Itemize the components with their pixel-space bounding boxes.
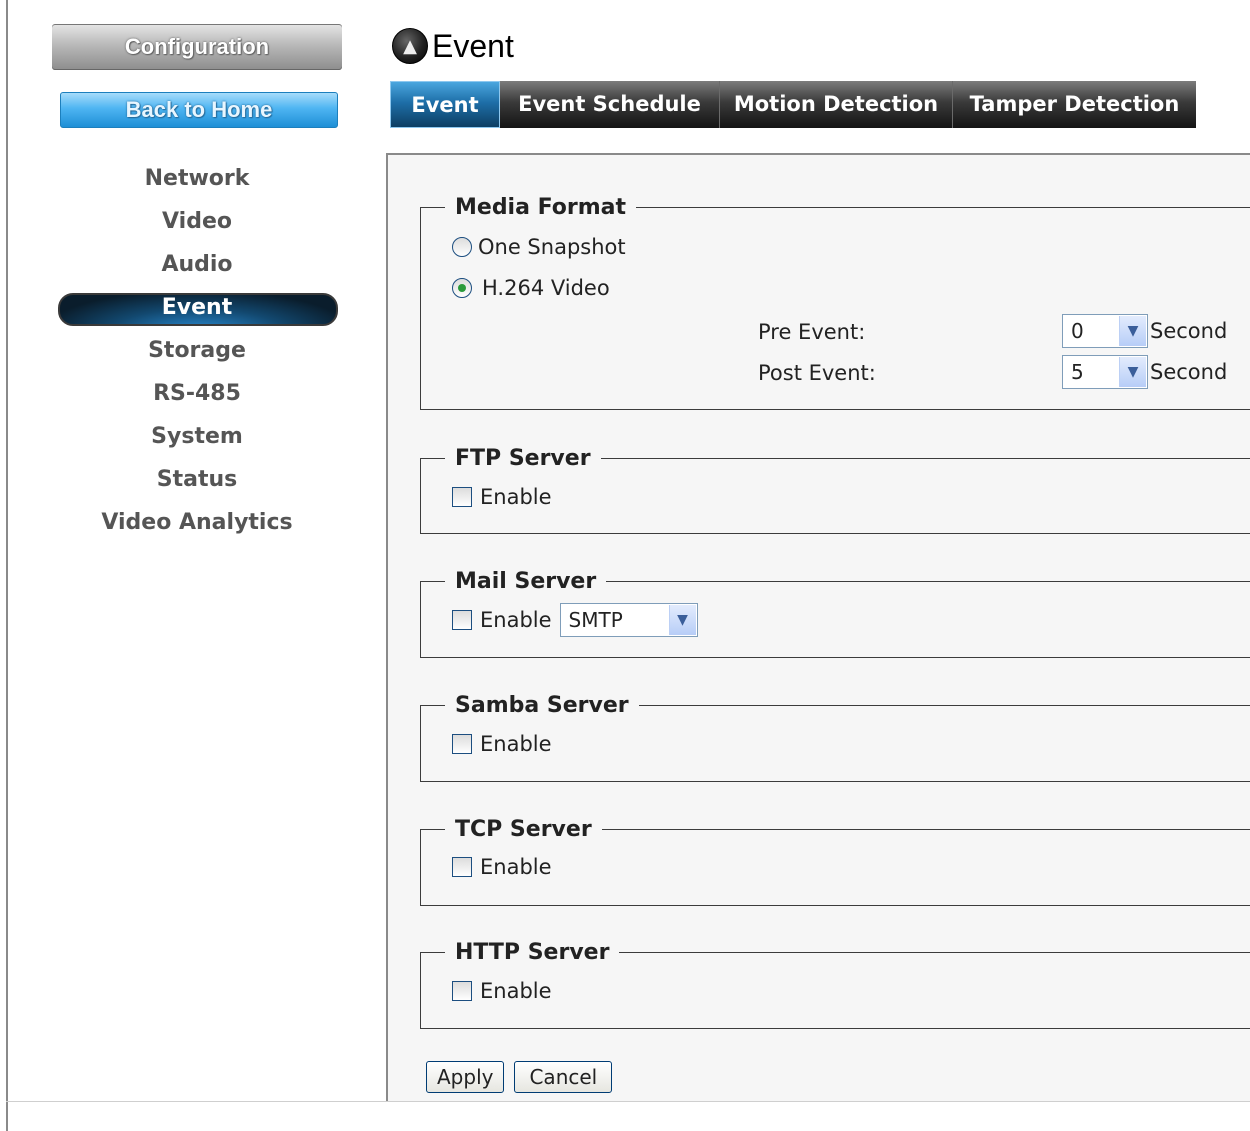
sidebar-item-event[interactable]: Event [8, 286, 386, 329]
snapshot-radio[interactable] [452, 237, 472, 257]
tab-tamper-detection[interactable]: Tamper Detection [953, 81, 1196, 128]
pre-event-unit: Second [1150, 319, 1228, 343]
snapshot-option[interactable]: One Snapshot [452, 235, 626, 259]
media-format-legend: Media Format [455, 195, 626, 220]
sidebar-item-video[interactable]: Video [8, 200, 386, 243]
ftp-server-legend: FTP Server [455, 446, 591, 471]
mail-server-legend: Mail Server [455, 569, 597, 594]
sidebar-item-status[interactable]: Status [8, 458, 386, 501]
mail-enable: Enable SMTP ▼ [452, 603, 698, 637]
form-actions: Apply Cancel [426, 1061, 613, 1093]
sidebar-item-storage[interactable]: Storage [8, 329, 386, 372]
chevron-down-icon: ▼ [1119, 357, 1146, 387]
http-enable-checkbox[interactable] [452, 981, 472, 1001]
samba-server-legend: Samba Server [455, 693, 629, 718]
tcp-enable-label: Enable [480, 855, 552, 879]
snapshot-label: One Snapshot [478, 235, 626, 259]
pre-event-label: Pre Event: [758, 320, 866, 344]
sidebar-item-label: System [151, 424, 243, 449]
samba-enable-checkbox[interactable] [452, 734, 472, 754]
tcp-enable-checkbox[interactable] [452, 857, 472, 877]
http-enable[interactable]: Enable [452, 979, 552, 1003]
samba-enable-label: Enable [480, 732, 552, 756]
content-panel: Media Format One Snapshot H.264 Video Pr… [386, 153, 1250, 1101]
post-event-select[interactable]: 5 ▼ [1062, 355, 1148, 389]
page-title-text: Event [432, 27, 514, 64]
post-event-value: 5 [1071, 360, 1084, 384]
mail-enable-label: Enable [480, 608, 552, 632]
sidebar-item-label: Network [144, 166, 250, 191]
sidebar-item-system[interactable]: System [8, 415, 386, 458]
tcp-server-legend: TCP Server [455, 817, 592, 842]
back-to-home-button[interactable]: Back to Home [60, 92, 338, 128]
post-event-row: 5 ▼ Second [1062, 355, 1227, 389]
cancel-button[interactable]: Cancel [514, 1061, 613, 1093]
sidebar-item-audio[interactable]: Audio [8, 243, 386, 286]
sidebar-item-label: Event [161, 295, 233, 320]
ftp-enable-label: Enable [480, 485, 552, 509]
configuration-header: Configuration [52, 24, 342, 70]
event-icon: ▲ [392, 28, 428, 64]
chevron-down-icon: ▼ [1119, 316, 1146, 346]
sidebar-item-video-analytics[interactable]: Video Analytics [8, 501, 386, 544]
h264-option[interactable]: H.264 Video [452, 276, 610, 300]
tcp-enable[interactable]: Enable [452, 855, 552, 879]
page-title: ▲ Event [392, 26, 514, 66]
chevron-down-icon: ▼ [668, 605, 696, 635]
tab-motion-detection[interactable]: Motion Detection [720, 81, 953, 128]
sidebar-nav: Network Video Audio Event Storage RS-485… [8, 157, 386, 544]
pre-event-select[interactable]: 0 ▼ [1062, 314, 1148, 348]
tab-bar: Event Event Schedule Motion Detection Ta… [390, 81, 1196, 128]
ftp-enable-checkbox[interactable] [452, 487, 472, 507]
sidebar-item-label: Status [156, 467, 238, 492]
h264-label: H.264 Video [482, 276, 610, 300]
mail-enable-checkbox[interactable] [452, 610, 472, 630]
samba-enable[interactable]: Enable [452, 732, 552, 756]
pre-event-value: 0 [1071, 319, 1084, 343]
apply-button[interactable]: Apply [426, 1061, 505, 1093]
tab-event-schedule[interactable]: Event Schedule [500, 81, 720, 128]
pre-event-row: 0 ▼ Second [1062, 314, 1227, 348]
post-event-label: Post Event: [758, 361, 876, 385]
sidebar-item-rs485[interactable]: RS-485 [8, 372, 386, 415]
mail-protocol-select[interactable]: SMTP ▼ [559, 603, 698, 637]
window-border-bottom [6, 1101, 1250, 1102]
sidebar-item-label: RS-485 [153, 381, 241, 406]
h264-radio[interactable] [452, 278, 472, 298]
sidebar-item-label: Video [162, 209, 232, 234]
sidebar-item-label: Audio [161, 252, 233, 277]
sidebar-item-label: Video Analytics [101, 510, 293, 535]
http-enable-label: Enable [480, 979, 552, 1003]
http-server-legend: HTTP Server [455, 940, 610, 965]
post-event-unit: Second [1150, 360, 1228, 384]
sidebar-item-label: Storage [148, 338, 246, 363]
ftp-enable[interactable]: Enable [452, 485, 552, 509]
sidebar-item-network[interactable]: Network [8, 157, 386, 200]
sidebar: Configuration Back to Home Network Video… [8, 0, 386, 1101]
tab-event[interactable]: Event [390, 81, 500, 128]
mail-protocol-value: SMTP [568, 608, 623, 632]
